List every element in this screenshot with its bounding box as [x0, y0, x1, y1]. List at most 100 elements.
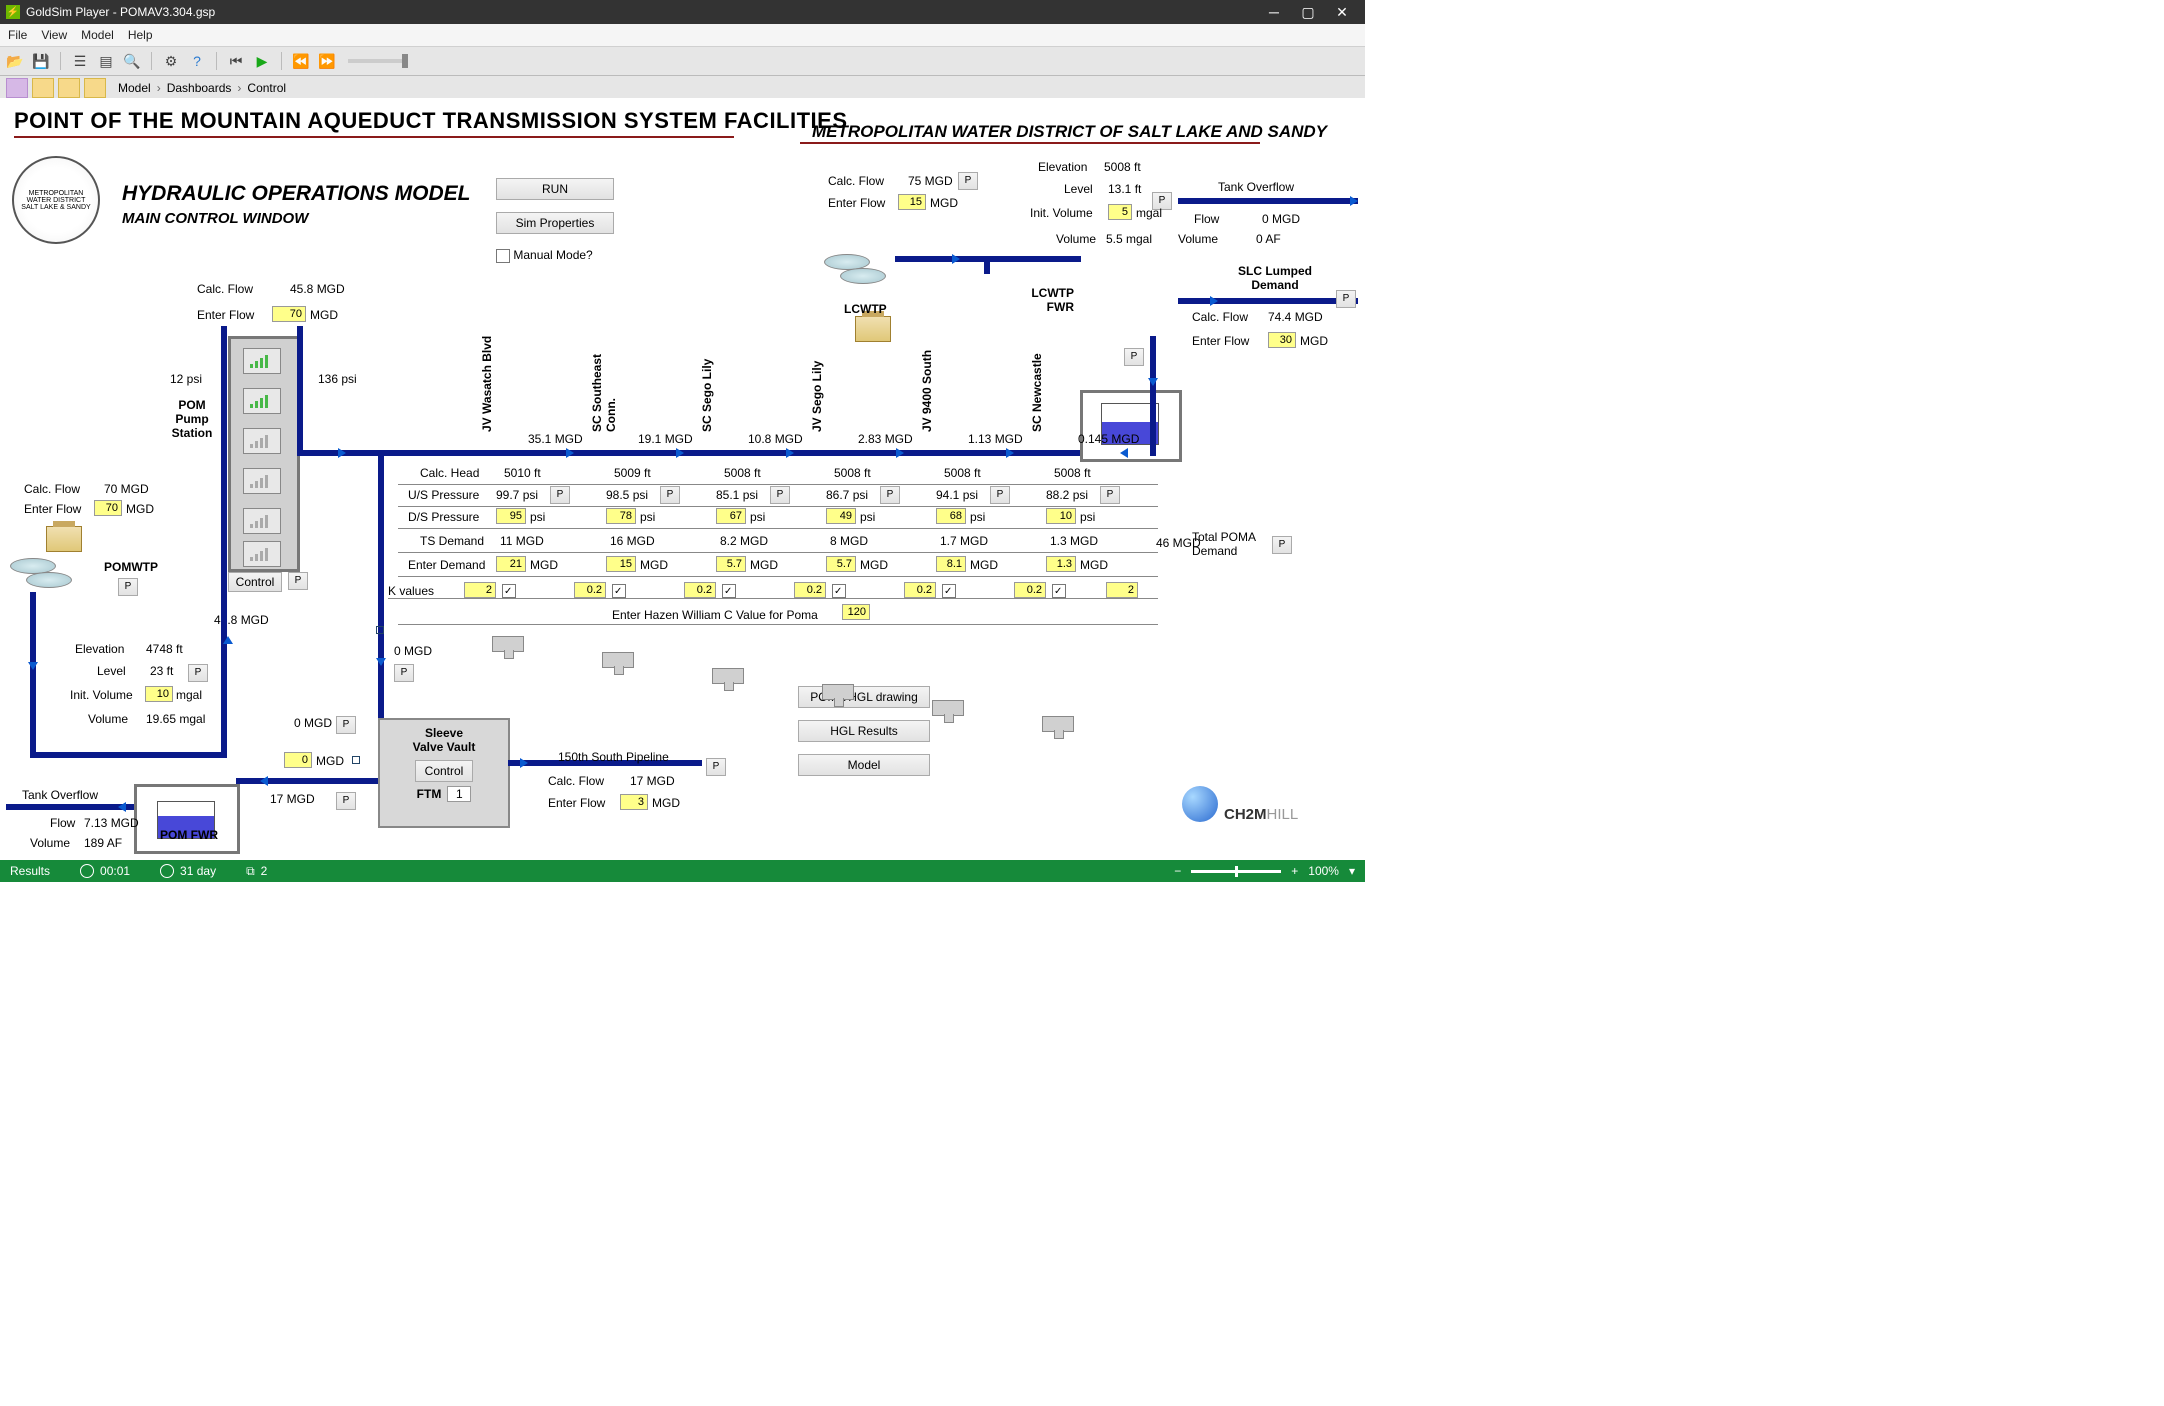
tjoint-0[interactable]: [492, 636, 524, 652]
menu-help[interactable]: Help: [128, 28, 153, 42]
k-input-0[interactable]: 2: [464, 582, 496, 598]
pump-2[interactable]: [243, 388, 281, 414]
sleeve-17-p-button[interactable]: P: [336, 792, 356, 810]
k-input-1[interactable]: 0.2: [574, 582, 606, 598]
pump-1[interactable]: [243, 348, 281, 374]
ftm-value-input[interactable]: 1: [447, 786, 471, 802]
k-input-5[interactable]: 0.2: [1014, 582, 1046, 598]
pump-p-button[interactable]: P: [288, 572, 308, 590]
lcwtp-fwr-tank[interactable]: [1080, 390, 1182, 462]
k-checkbox-5[interactable]: [1052, 584, 1066, 598]
us-p-button-0[interactable]: P: [550, 486, 570, 504]
enter-demand-input-4[interactable]: 8.1: [936, 556, 966, 572]
pom-level-p-button[interactable]: P: [188, 664, 208, 682]
pomwtp-enterflow-input[interactable]: 70: [94, 500, 122, 516]
slc-enterflow-input[interactable]: 30: [1268, 332, 1296, 348]
settings-icon[interactable]: ⚙: [162, 52, 180, 70]
ds-psi-input-3[interactable]: 49: [826, 508, 856, 524]
pom-initv-input[interactable]: 10: [145, 686, 173, 702]
open-folder-icon[interactable]: 📂: [6, 52, 24, 70]
k-checkbox-2[interactable]: [722, 584, 736, 598]
k-checkbox-0[interactable]: [502, 584, 516, 598]
lcwtp-initv-input[interactable]: 5: [1108, 204, 1132, 220]
enter-demand-input-3[interactable]: 5.7: [826, 556, 856, 572]
manual-mode-check[interactable]: Manual Mode?: [496, 248, 593, 263]
hgl-drawing-button[interactable]: POMA HGL drawing: [798, 686, 930, 708]
lcwtp-p-button[interactable]: P: [958, 172, 978, 190]
breadcrumb-dashboards[interactable]: Dashboards: [167, 81, 232, 95]
enter-demand-input-0[interactable]: 21: [496, 556, 526, 572]
ds-psi-input-2[interactable]: 67: [716, 508, 746, 524]
hgl-results-button[interactable]: HGL Results: [798, 720, 930, 742]
pom-fwr-tank[interactable]: [134, 784, 240, 854]
enter-demand-input-1[interactable]: 15: [606, 556, 636, 572]
zoom-slider[interactable]: [1191, 870, 1281, 873]
enter-demand-input-2[interactable]: 5.7: [716, 556, 746, 572]
us-p-button-1[interactable]: P: [660, 486, 680, 504]
tjoint-1[interactable]: [602, 652, 634, 668]
menu-file[interactable]: File: [8, 28, 27, 42]
save-icon[interactable]: 💾: [32, 52, 50, 70]
k-checkbox-4[interactable]: [942, 584, 956, 598]
sleeve-zero-input[interactable]: 0: [284, 752, 312, 768]
zoom-out-button[interactable]: −: [1174, 864, 1181, 878]
sleeve-zero-p-button[interactable]: P: [336, 716, 356, 734]
search-icon[interactable]: 🔍: [123, 52, 141, 70]
nav-fwd-icon[interactable]: [84, 78, 106, 98]
lcwtp-fwr-p-button[interactable]: P: [1124, 348, 1144, 366]
nav-up-icon[interactable]: [58, 78, 80, 98]
us-p-button-2[interactable]: P: [770, 486, 790, 504]
tjoint-4[interactable]: [932, 700, 964, 716]
k-checkbox-1[interactable]: [612, 584, 626, 598]
slc-p-button[interactable]: P: [1336, 290, 1356, 308]
zoom-dropdown-icon[interactable]: ▾: [1349, 864, 1355, 878]
skip-back-icon[interactable]: ⏮: [227, 52, 245, 70]
pump-control-button[interactable]: Control: [228, 572, 282, 592]
lcwtp-enterflow-input[interactable]: 15: [898, 194, 926, 210]
total-poma-p-button[interactable]: P: [1272, 536, 1292, 554]
run-button[interactable]: RUN: [496, 178, 614, 200]
pump-5[interactable]: [243, 508, 281, 534]
k-input-4[interactable]: 0.2: [904, 582, 936, 598]
zoom-in-button[interactable]: +: [1291, 864, 1298, 878]
tjoint-2[interactable]: [712, 668, 744, 684]
close-button[interactable]: ✕: [1325, 0, 1359, 24]
enter-demand-input-5[interactable]: 1.3: [1046, 556, 1076, 572]
tree-icon[interactable]: ☰: [71, 52, 89, 70]
k-input-3[interactable]: 0.2: [794, 582, 826, 598]
maximize-button[interactable]: ▢: [1291, 0, 1325, 24]
sim-properties-button[interactable]: Sim Properties: [496, 212, 614, 234]
pipeline-enterflow-input[interactable]: 3: [620, 794, 648, 810]
help-icon[interactable]: ?: [188, 52, 206, 70]
pom-enterflow-input[interactable]: 70: [272, 306, 306, 322]
log-icon[interactable]: ▤: [97, 52, 115, 70]
hazen-input[interactable]: 120: [842, 604, 870, 620]
ds-psi-input-5[interactable]: 10: [1046, 508, 1076, 524]
pump-4[interactable]: [243, 468, 281, 494]
breadcrumb-model[interactable]: Model: [118, 81, 151, 95]
step-back-icon[interactable]: ⏪: [292, 52, 310, 70]
poma-0mgd-p-button[interactable]: P: [394, 664, 414, 682]
k-checkbox-3[interactable]: [832, 584, 846, 598]
breadcrumb-control[interactable]: Control: [247, 81, 286, 95]
ds-psi-input-4[interactable]: 68: [936, 508, 966, 524]
pipeline-p-button[interactable]: P: [706, 758, 726, 776]
k-last-input[interactable]: 2: [1106, 582, 1138, 598]
nav-home-icon[interactable]: [6, 78, 28, 98]
step-fwd-icon[interactable]: ⏩: [318, 52, 336, 70]
us-p-button-4[interactable]: P: [990, 486, 1010, 504]
pump-6[interactable]: [243, 541, 281, 567]
pump-3[interactable]: [243, 428, 281, 454]
tjoint-5[interactable]: [1042, 716, 1074, 732]
speed-slider[interactable]: [348, 59, 408, 63]
play-icon[interactable]: ▶: [253, 52, 271, 70]
minimize-button[interactable]: ─: [1257, 0, 1291, 24]
sleeve-control-button[interactable]: Control: [415, 760, 473, 782]
ds-psi-input-0[interactable]: 95: [496, 508, 526, 524]
k-input-2[interactable]: 0.2: [684, 582, 716, 598]
us-p-button-5[interactable]: P: [1100, 486, 1120, 504]
us-p-button-3[interactable]: P: [880, 486, 900, 504]
model-button[interactable]: Model: [798, 754, 930, 776]
menu-view[interactable]: View: [41, 28, 67, 42]
menu-model[interactable]: Model: [81, 28, 114, 42]
